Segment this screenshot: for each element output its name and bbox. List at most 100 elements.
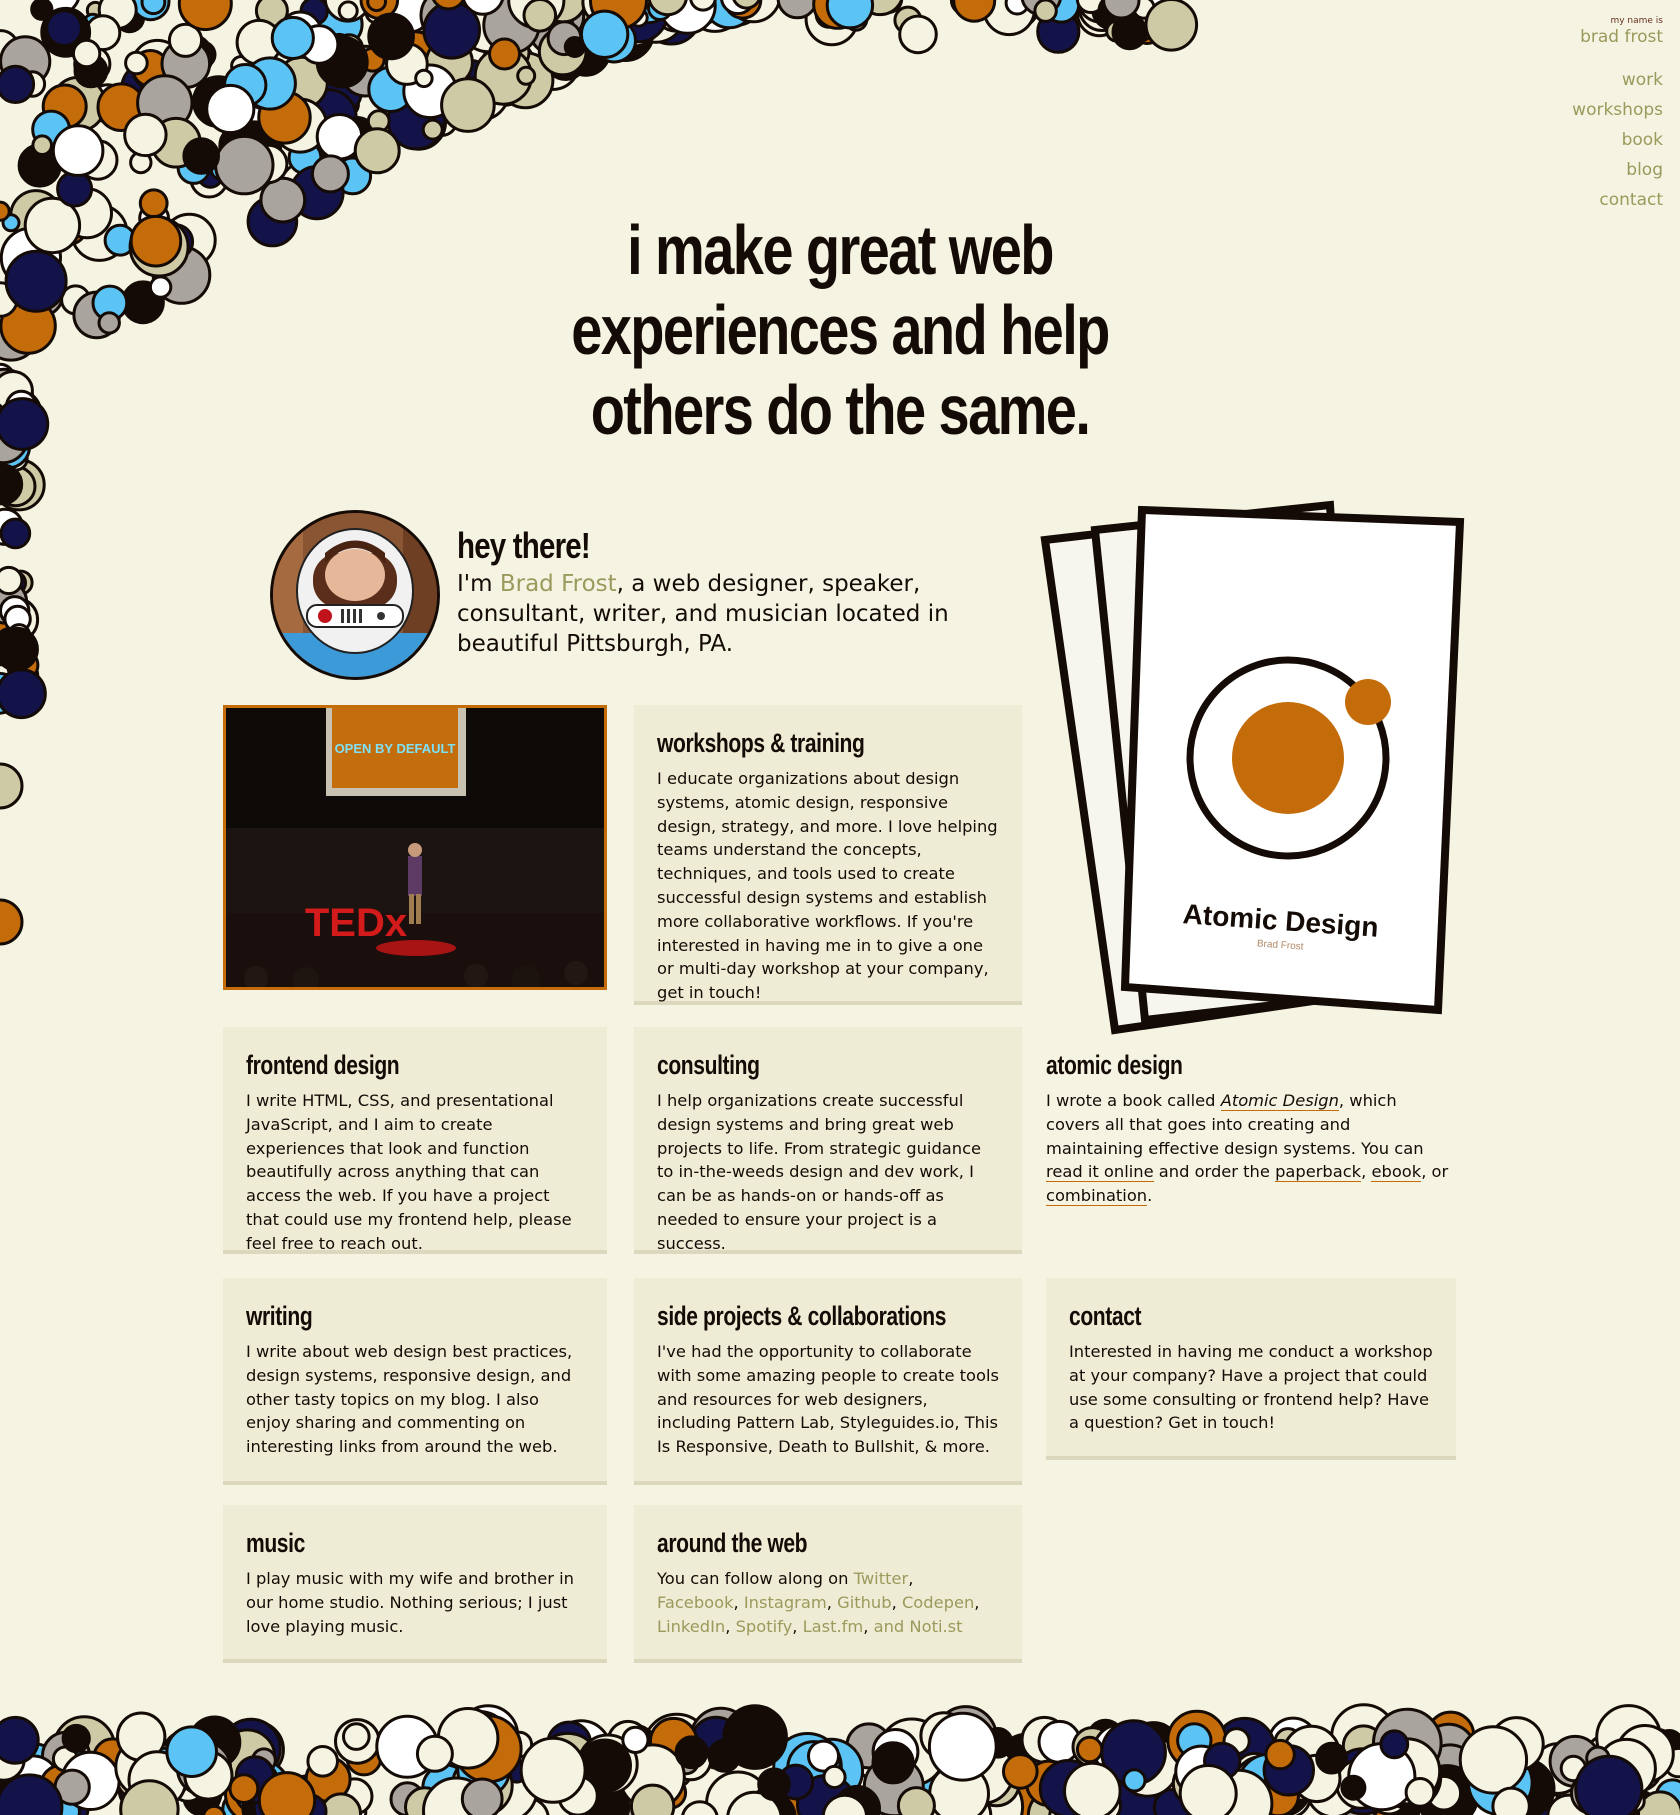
bubble [1178, 1764, 1238, 1815]
github-link[interactable]: Github [837, 1593, 892, 1612]
bubble [962, 0, 992, 21]
bubble [421, 118, 444, 141]
card-music-title: music [246, 1528, 305, 1558]
nav-contact[interactable]: contact [1572, 185, 1663, 215]
bubble [0, 458, 46, 512]
nav-blog[interactable]: blog [1572, 155, 1663, 185]
bubble [899, 1755, 944, 1800]
atomic-design-book-illustration[interactable]: Atomic Design Brad Frost [1030, 490, 1470, 1040]
bubble [927, 1711, 998, 1782]
bubble [653, 1776, 688, 1810]
bubble [0, 762, 24, 810]
bubble [393, 30, 438, 76]
bubble [274, 55, 329, 110]
bubble [1425, 1774, 1463, 1812]
bubble [672, 1748, 700, 1776]
nav-work[interactable]: work [1572, 65, 1663, 95]
bubble [52, 1797, 81, 1815]
card-writing-body: I write about web design best practices,… [246, 1342, 573, 1457]
bubble [0, 1730, 35, 1771]
bubble [1422, 1743, 1478, 1799]
bubble [349, 118, 399, 168]
facebook-link[interactable]: Facebook [657, 1593, 734, 1612]
bubble [571, 18, 611, 57]
bubble [0, 29, 20, 66]
ebook-link[interactable]: ebook [1371, 1162, 1422, 1183]
bubble [290, 71, 313, 94]
bubble [1163, 10, 1187, 33]
bubble [511, 33, 557, 79]
nav-workshops[interactable]: workshops [1572, 95, 1663, 125]
bubble [1036, 9, 1081, 54]
bubble [330, 115, 382, 167]
twitter-link[interactable]: Twitter [854, 1569, 909, 1588]
bubble [251, 1747, 277, 1774]
bubble [0, 362, 16, 395]
bubble [672, 0, 720, 29]
paperback-link[interactable]: paperback [1275, 1162, 1362, 1183]
bubble [651, 0, 683, 12]
bubble [242, 56, 297, 111]
bubble [1137, 0, 1175, 29]
codepen-link[interactable]: Codepen [902, 1593, 974, 1612]
notist-link[interactable]: and Noti.st [874, 1617, 963, 1636]
hero-headline: i make great web experiences and help ot… [560, 210, 1120, 450]
bubble [1025, 1759, 1073, 1808]
bubble [954, 1772, 1025, 1815]
bubble [1584, 1733, 1630, 1779]
hero-line-1: i make great web [627, 211, 1054, 289]
spotify-link[interactable]: Spotify [736, 1617, 793, 1636]
nav-book[interactable]: book [1572, 125, 1663, 155]
bubble [17, 143, 62, 188]
bubble [776, 0, 819, 20]
bubble [115, 1751, 166, 1803]
bubble [558, 0, 613, 55]
bubble [470, 17, 513, 61]
bubble [470, 1755, 539, 1815]
web-prefix: You can follow along on [657, 1569, 854, 1588]
bubble [359, 46, 386, 73]
lastfm-link[interactable]: Last.fm [803, 1617, 864, 1636]
card-web-title: around the web [657, 1528, 808, 1558]
bubble [7, 623, 32, 648]
site-name-link[interactable]: brad frost [1580, 27, 1663, 47]
bubble [554, 0, 601, 36]
bubble [1633, 1727, 1680, 1775]
bubble [196, 161, 224, 189]
bubble [402, 63, 458, 120]
bubble [1414, 1762, 1443, 1791]
bubble [445, 49, 504, 108]
bubble [1153, 1776, 1186, 1808]
hero-line-3: others do the same. [590, 371, 1091, 449]
bubble [798, 1737, 865, 1804]
bubble [119, 1779, 180, 1815]
bubble [407, 46, 445, 85]
bubble [1442, 1777, 1498, 1815]
bubble [1548, 1734, 1602, 1788]
read-online-link[interactable]: read it online [1046, 1162, 1154, 1183]
tedx-talk-photo[interactable]: OPEN BY DEFAULT TEDx [223, 705, 607, 990]
bubble [0, 226, 62, 289]
bubble [898, 14, 938, 55]
bubble [458, 0, 519, 54]
brad-frost-link[interactable]: Brad Frost [500, 571, 617, 597]
bubble [1531, 1742, 1585, 1795]
bubble [1615, 1724, 1675, 1784]
combination-link[interactable]: combination [1046, 1186, 1148, 1207]
bubble [647, 0, 688, 17]
bubble [135, 1746, 192, 1803]
bubble [1174, 1744, 1229, 1799]
bubble [0, 579, 29, 625]
bubble [639, 0, 689, 25]
linkedin-link[interactable]: LinkedIn [657, 1617, 725, 1636]
bubble [486, 17, 547, 78]
bubble [49, 21, 73, 45]
card-consulting-title: consulting [657, 1050, 760, 1080]
bubble [703, 0, 749, 21]
bubble [1316, 1760, 1384, 1815]
bubble [1232, 1751, 1277, 1796]
bubble [92, 1737, 133, 1778]
instagram-link[interactable]: Instagram [744, 1593, 827, 1612]
bubble [1404, 1777, 1436, 1808]
bubble [320, 116, 383, 180]
